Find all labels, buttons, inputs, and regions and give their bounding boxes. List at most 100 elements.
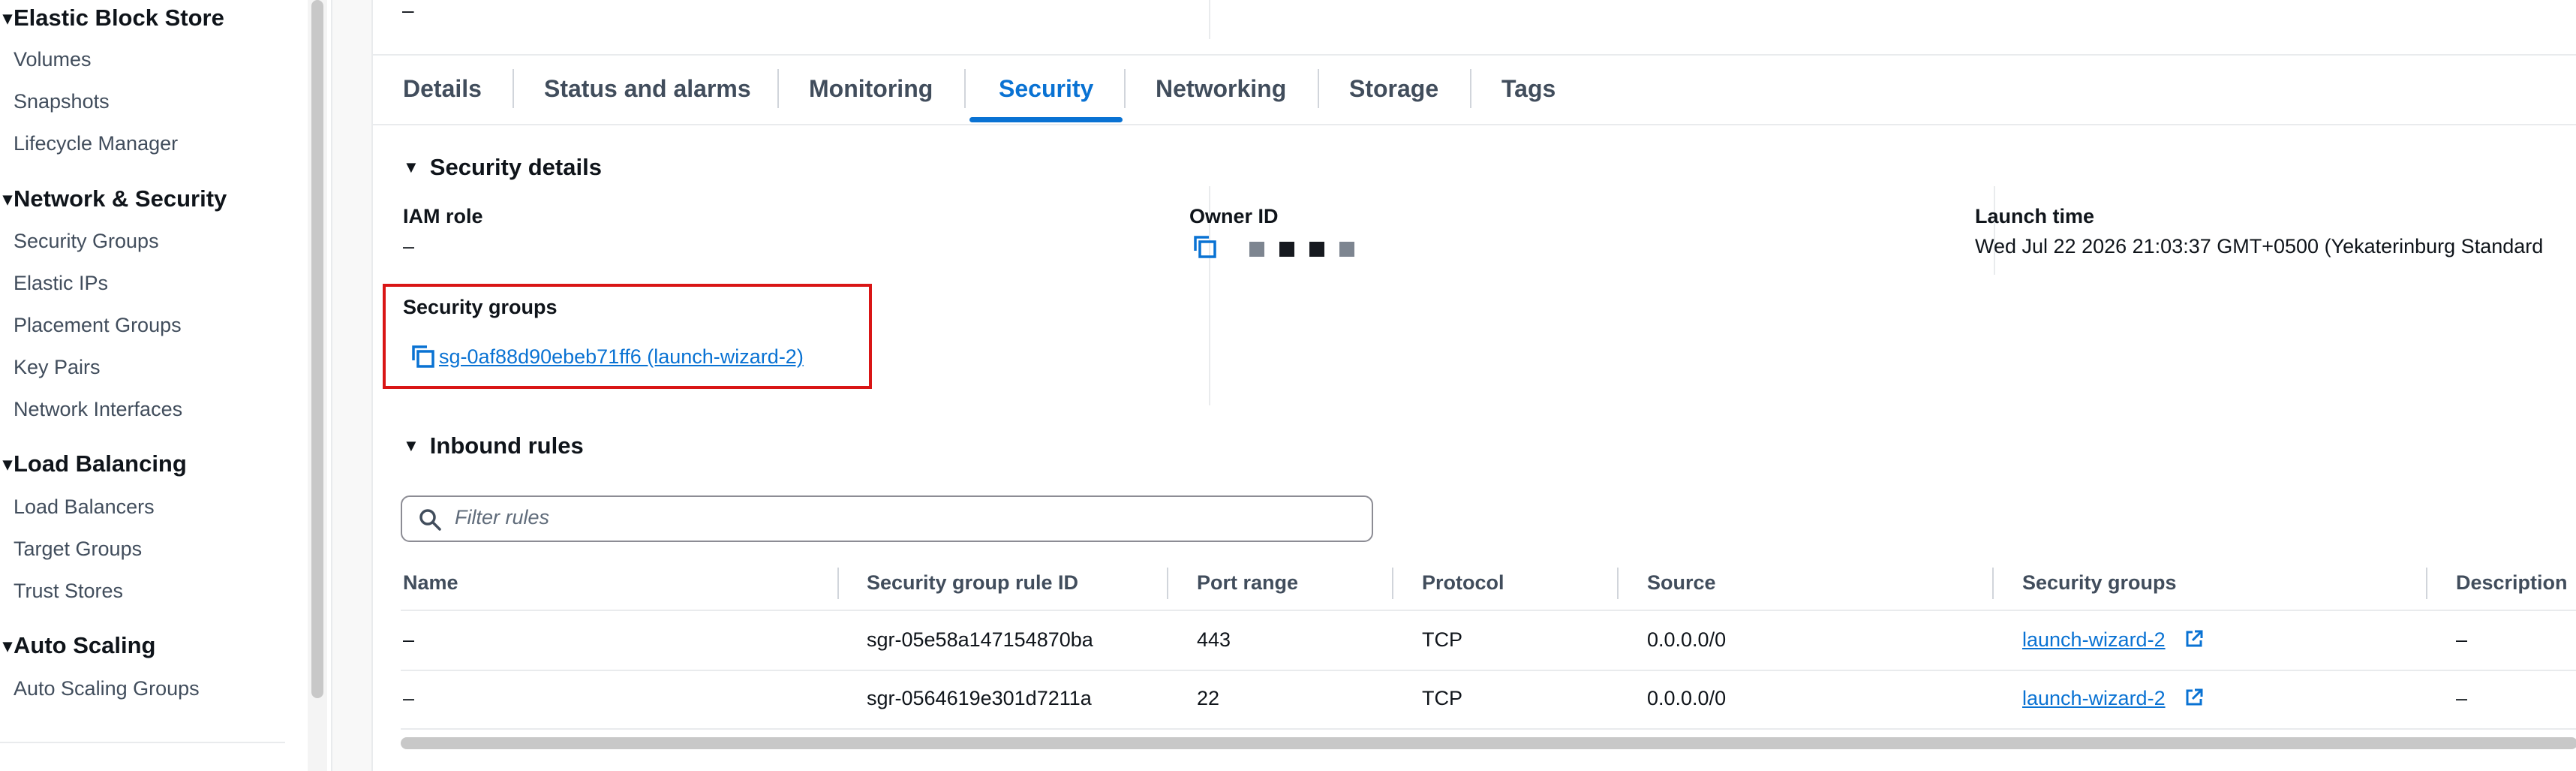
column-divider	[1994, 186, 1995, 275]
sidebar-section-auto-scaling[interactable]: ▾ Auto Scaling	[3, 632, 156, 659]
top-field-value: –	[402, 0, 414, 22]
caret-down-icon: ▾	[3, 189, 13, 209]
cell-source: 0.0.0.0/0	[1647, 628, 1727, 651]
sidebar-item-snapshots[interactable]: Snapshots	[14, 90, 110, 113]
launch-time-label: Launch time	[1975, 205, 2095, 227]
column-header-name[interactable]: Name	[403, 571, 458, 595]
table-horizontal-scrollbar[interactable]	[401, 737, 2576, 749]
column-resizer[interactable]	[1167, 568, 1168, 599]
sidebar-section-title: Load Balancing	[14, 450, 187, 477]
column-header-rule-id[interactable]: Security group rule ID	[867, 571, 1078, 595]
sidebar-item-placement-groups[interactable]: Placement Groups	[14, 314, 182, 337]
cell-port-range: 22	[1197, 687, 1220, 709]
sidebar-item-security-groups[interactable]: Security Groups	[14, 230, 159, 253]
sidebar-section-title: Elastic Block Store	[14, 5, 224, 31]
sidebar-item-load-balancers[interactable]: Load Balancers	[14, 495, 155, 519]
inbound-rules-heading: Inbound rules	[429, 432, 584, 459]
column-header-security-groups[interactable]: Security groups	[2022, 571, 2177, 595]
column-resizer[interactable]	[1617, 568, 1619, 599]
owner-id-label: Owner ID	[1189, 205, 1279, 227]
security-group-link[interactable]: launch-wizard-2	[2022, 687, 2166, 710]
security-details-toggle[interactable]: ▼ Security details	[403, 154, 602, 181]
tab-networking[interactable]: Networking	[1156, 75, 1286, 103]
column-resizer[interactable]	[837, 568, 839, 599]
redacted-owner-id	[1339, 242, 1354, 257]
section-divider	[373, 54, 2576, 56]
cell-protocol: TCP	[1422, 628, 1462, 651]
sidebar-section-title: Auto Scaling	[14, 632, 156, 658]
cell-rule-id: sgr-0564619e301d7211a	[867, 687, 1092, 709]
column-header-protocol[interactable]: Protocol	[1422, 571, 1504, 595]
inbound-rules-toggle[interactable]: ▼ Inbound rules	[403, 432, 584, 459]
caret-down-icon: ▾	[3, 454, 13, 474]
caret-down-icon: ▼	[403, 436, 419, 455]
cell-protocol: TCP	[1422, 687, 1462, 709]
tab-separator	[1124, 69, 1126, 108]
copy-icon[interactable]	[410, 344, 436, 369]
iam-role-value: –	[403, 235, 415, 258]
tab-separator	[777, 69, 779, 108]
sidebar-item-key-pairs[interactable]: Key Pairs	[14, 356, 101, 379]
column-resizer[interactable]	[2426, 568, 2427, 599]
security-groups-label: Security groups	[403, 296, 558, 318]
sidebar-item-auto-scaling-groups[interactable]: Auto Scaling Groups	[14, 677, 200, 700]
tab-separator	[512, 69, 514, 108]
copy-icon[interactable]	[1192, 234, 1218, 260]
sidebar-section-network-security[interactable]: ▾ Network & Security	[3, 185, 227, 212]
search-icon	[419, 509, 441, 531]
sidebar-item-volumes[interactable]: Volumes	[14, 48, 92, 71]
sidebar-divider	[0, 742, 285, 743]
cell-rule-id: sgr-05e58a147154870ba	[867, 628, 1093, 651]
caret-down-icon: ▾	[3, 636, 13, 656]
sidebar-item-elastic-ips[interactable]: Elastic IPs	[14, 272, 108, 295]
sidebar-section-load-balancing[interactable]: ▾ Load Balancing	[3, 450, 187, 477]
external-link-icon[interactable]	[2184, 629, 2204, 649]
column-divider	[1209, 0, 1210, 39]
tab-security[interactable]: Security	[999, 75, 1093, 103]
launch-time-value: Wed Jul 22 2026 21:03:37 GMT+0500 (Yekat…	[1975, 235, 2544, 258]
caret-down-icon: ▾	[3, 8, 13, 29]
main-content: – Details Status and alarms Monitoring S…	[332, 0, 2576, 771]
sidebar-item-target-groups[interactable]: Target Groups	[14, 538, 142, 561]
cell-name: –	[403, 687, 415, 709]
sidebar-scrollbar-thumb[interactable]	[311, 0, 323, 698]
redacted-owner-id	[1249, 242, 1264, 257]
column-header-port-range[interactable]: Port range	[1197, 571, 1298, 595]
cell-source: 0.0.0.0/0	[1647, 687, 1727, 709]
tab-storage[interactable]: Storage	[1349, 75, 1438, 103]
cell-description: –	[2456, 628, 2468, 651]
instance-details-panel: – Details Status and alarms Monitoring S…	[371, 0, 2576, 771]
security-group-link[interactable]: launch-wizard-2	[2022, 628, 2166, 652]
tab-separator	[1470, 69, 1471, 108]
column-resizer[interactable]	[1992, 568, 1994, 599]
active-tab-indicator	[969, 117, 1123, 122]
tab-details[interactable]: Details	[403, 75, 482, 103]
external-link-icon[interactable]	[2184, 688, 2204, 707]
sidebar-item-network-interfaces[interactable]: Network Interfaces	[14, 398, 182, 421]
security-group-link[interactable]: sg-0af88d90ebeb71ff6 (launch-wizard-2)	[439, 345, 804, 369]
tabs-divider	[373, 124, 2576, 125]
cell-port-range: 443	[1197, 628, 1231, 651]
sidebar-item-trust-stores[interactable]: Trust Stores	[14, 580, 123, 603]
filter-rules-placeholder: Filter rules	[455, 506, 550, 529]
row-divider	[401, 728, 2576, 730]
tab-tags[interactable]: Tags	[1501, 75, 1556, 103]
tab-separator	[964, 69, 966, 108]
sidebar-section-title: Network & Security	[14, 185, 227, 212]
redacted-owner-id	[1279, 242, 1294, 257]
cell-name: –	[403, 628, 415, 651]
sidebar-section-elastic-block-store[interactable]: ▾ Elastic Block Store	[3, 5, 224, 32]
sidebar-item-lifecycle-manager[interactable]: Lifecycle Manager	[14, 132, 178, 155]
table-header-divider	[401, 610, 2576, 611]
column-header-description[interactable]: Description	[2456, 571, 2568, 595]
sidebar: ▾ Elastic Block Store Volumes Snapshots …	[0, 0, 332, 771]
tab-separator	[1318, 69, 1319, 108]
iam-role-label: IAM role	[403, 205, 483, 227]
security-details-heading: Security details	[429, 154, 602, 180]
column-resizer[interactable]	[1392, 568, 1393, 599]
column-header-source[interactable]: Source	[1647, 571, 1716, 595]
caret-down-icon: ▼	[403, 158, 419, 176]
tab-status-and-alarms[interactable]: Status and alarms	[544, 75, 751, 103]
tab-monitoring[interactable]: Monitoring	[809, 75, 933, 103]
cell-description: –	[2456, 687, 2468, 709]
